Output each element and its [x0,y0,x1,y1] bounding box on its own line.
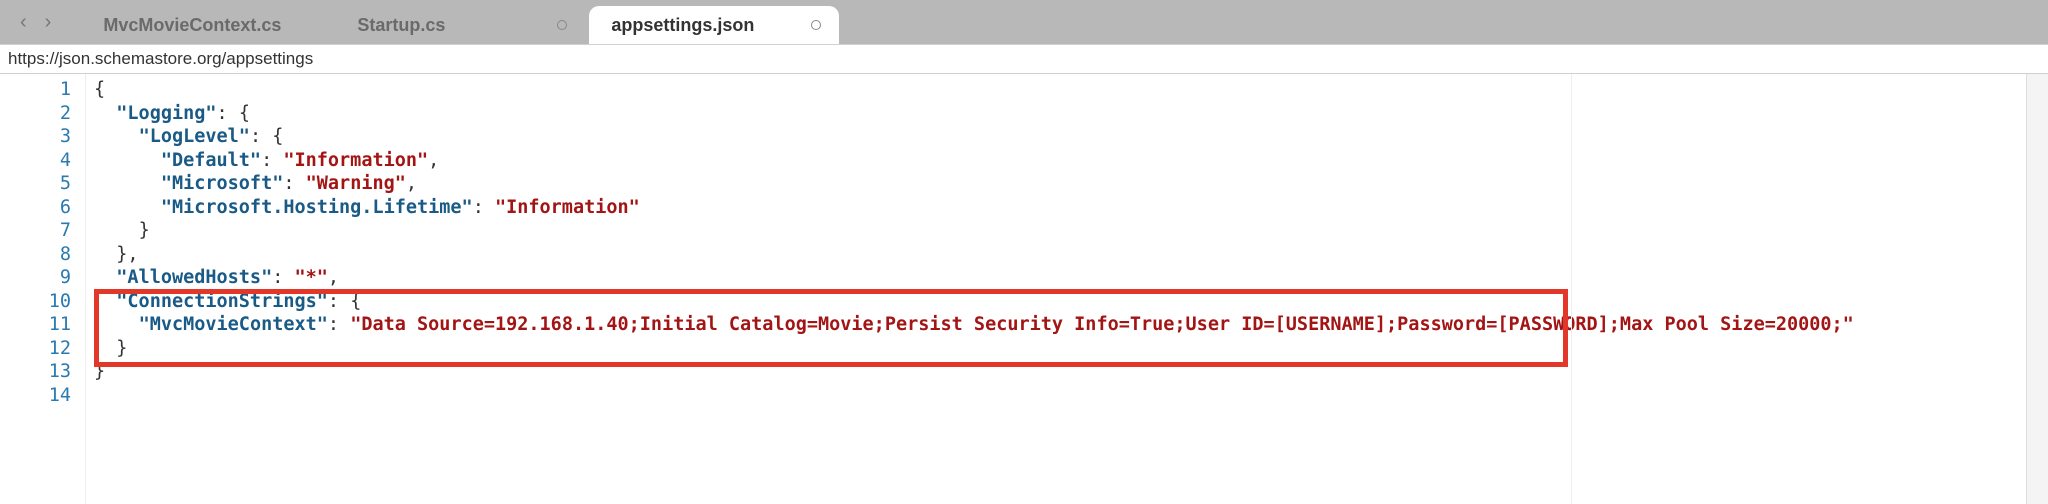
nav-arrows: ‹ › [20,11,51,34]
token-brace: } [116,338,127,359]
tab-mvcmoviecontext-cs[interactable]: MvcMovieContext.cs [81,6,331,44]
token-brace: } [116,244,127,265]
token-brace: { [239,103,250,124]
token-colon: : [261,150,283,171]
line-number: 6 [0,196,71,220]
line-number: 3 [0,125,71,149]
token-brace: } [139,220,150,241]
forward-button[interactable]: › [45,11,52,34]
token-key: "Logging" [116,103,216,124]
token-colon: : [328,291,350,312]
line-number: 2 [0,102,71,126]
scrollbar-rail[interactable] [2026,74,2048,504]
token-colon: : [328,314,350,335]
tab-label: Startup.cs [357,15,445,36]
minimap[interactable] [1571,74,2026,504]
line-number: 12 [0,337,71,361]
token-brace: } [94,361,105,382]
line-number: 4 [0,149,71,173]
tab-strip: MvcMovieContext.cs Startup.cs appsettings.… [81,0,843,44]
back-button[interactable]: ‹ [20,11,27,34]
top-bar: ‹ › MvcMovieContext.cs Startup.cs appsetti… [0,0,2048,44]
token-str: "*" [295,267,328,288]
token-key: "LogLevel" [139,126,250,147]
token-punc: , [428,150,439,171]
editor-area: 1234567891011121314 { "Logging": { "LogL… [0,74,2048,504]
token-colon: : [283,173,305,194]
token-key: "Microsoft.Hosting.Lifetime" [161,197,473,218]
token-key: "ConnectionStrings" [116,291,328,312]
token-str: "Warning" [306,173,406,194]
tab-startup-cs[interactable]: Startup.cs [335,6,585,44]
token-punc: , [406,173,417,194]
token-brace: { [350,291,361,312]
token-key: "AllowedHosts" [116,267,272,288]
line-number: 5 [0,172,71,196]
line-number: 7 [0,219,71,243]
tab-close-icon[interactable] [811,20,821,30]
schema-bar[interactable]: https://json.schemastore.org/appsettings [0,44,2048,74]
token-str: "Information" [495,197,640,218]
token-colon: : [272,267,294,288]
token-brace: { [94,79,105,100]
line-number: 10 [0,290,71,314]
line-number: 11 [0,313,71,337]
token-key: "MvcMovieContext" [139,314,328,335]
token-punc: , [328,267,339,288]
line-number: 14 [0,384,71,408]
token-punc: , [127,244,138,265]
tab-close-icon[interactable] [557,20,567,30]
token-brace: { [272,126,283,147]
tab-appsettings-json[interactable]: appsettings.json [589,6,839,44]
line-number: 9 [0,266,71,290]
token-str: "Information" [283,150,428,171]
tab-label: appsettings.json [611,15,754,36]
token-key: "Microsoft" [161,173,284,194]
token-colon: : [250,126,272,147]
line-number: 8 [0,243,71,267]
line-number: 13 [0,360,71,384]
token-colon: : [473,197,495,218]
line-gutter: 1234567891011121314 [0,74,86,504]
tab-label: MvcMovieContext.cs [103,15,281,36]
line-number: 1 [0,78,71,102]
token-key: "Default" [161,150,261,171]
token-colon: : [217,103,239,124]
